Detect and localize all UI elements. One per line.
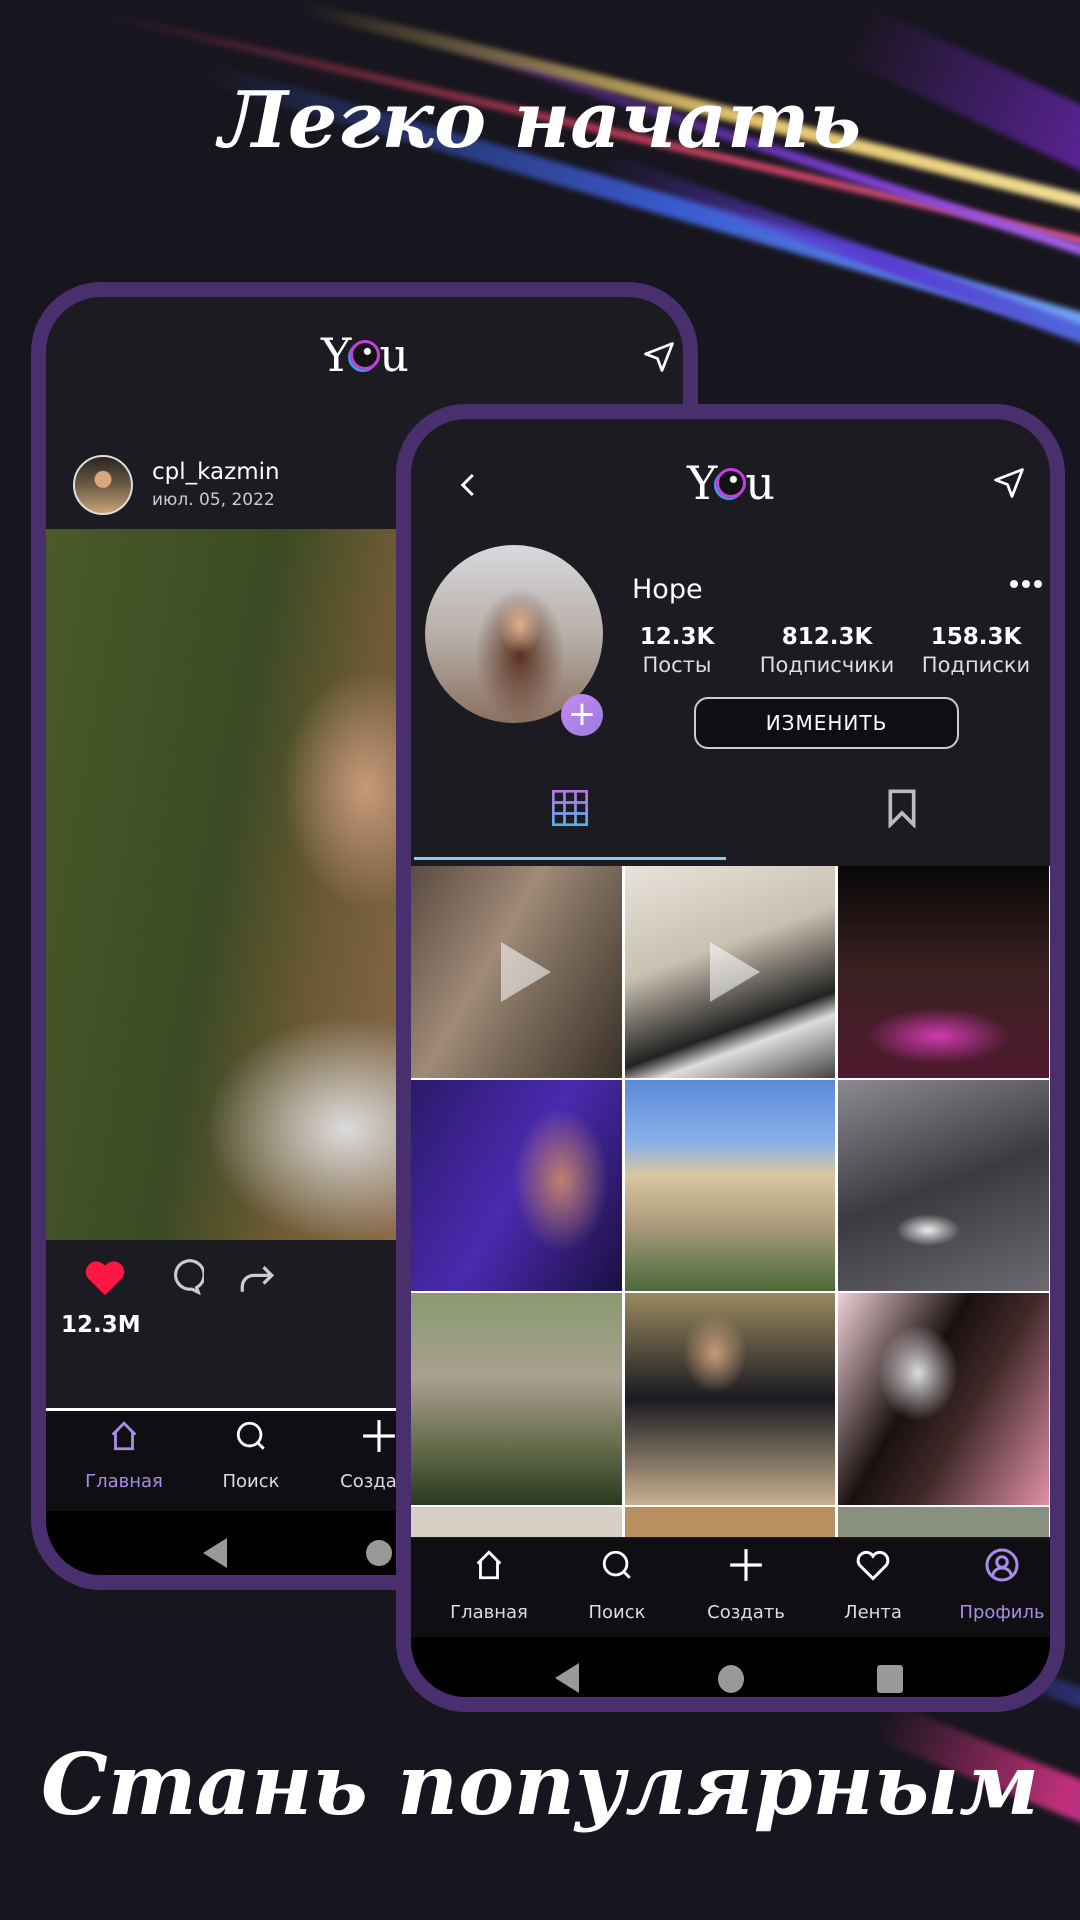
nav-item-create[interactable]: Создать <box>707 1538 785 1628</box>
grid-photo-stones[interactable] <box>411 1293 622 1505</box>
nav-label: Поиск <box>222 1471 280 1492</box>
nav-label: Поиск <box>588 1602 646 1623</box>
tab-saved[interactable] <box>729 774 1050 860</box>
nav-item-search[interactable]: Поиск <box>587 1538 647 1628</box>
add-story-button[interactable]: + <box>561 694 603 736</box>
send-icon[interactable] <box>991 465 1027 501</box>
grid-photo-orchestra[interactable] <box>838 866 1049 1078</box>
like-heart-icon[interactable] <box>84 1259 126 1297</box>
profile-icon <box>985 1548 1019 1582</box>
nav-label: Создать <box>707 1602 785 1623</box>
active-tab-underline <box>414 857 726 860</box>
nav-label: Главная <box>450 1602 528 1623</box>
bottom-nav: Главная Поиск Создать Лента Профиль <box>411 1538 1050 1637</box>
plus-icon <box>730 1549 762 1581</box>
grid-photo-couple-art[interactable] <box>838 1293 1049 1505</box>
grid-photo-row4-2[interactable] <box>625 1507 835 1537</box>
back-system-button[interactable] <box>203 1538 227 1568</box>
stat-followers-value[interactable]: 812.3K <box>782 624 873 650</box>
nav-label: Главная <box>85 1471 163 1492</box>
like-count: 12.3M <box>61 1312 141 1338</box>
home-system-button[interactable] <box>718 1665 744 1693</box>
grid-video-piano[interactable] <box>625 866 835 1078</box>
stat-posts-value: 12.3K <box>639 624 715 650</box>
back-system-button[interactable] <box>555 1663 579 1693</box>
system-nav-bar <box>411 1637 1050 1697</box>
nav-item-home[interactable]: Главная <box>450 1538 528 1628</box>
home-icon <box>111 1421 137 1451</box>
post-username[interactable]: cpl_kazmin <box>152 459 280 485</box>
grid-photo-bird[interactable] <box>625 1293 835 1505</box>
heart-icon <box>856 1550 890 1581</box>
back-chevron-icon[interactable] <box>454 467 484 503</box>
recents-system-button[interactable] <box>877 1665 903 1693</box>
bookmark-icon <box>888 789 916 828</box>
share-icon[interactable] <box>237 1259 277 1295</box>
home-system-button[interactable] <box>366 1540 392 1566</box>
front-phone: Yu + Hope 12.3K Посты 812.3K Подписчики … <box>396 404 1065 1712</box>
grid-photo-monastery[interactable] <box>625 1080 835 1291</box>
grid-photo-clarinet[interactable] <box>411 1080 622 1291</box>
stat-followers-label[interactable]: Подписчики <box>760 653 894 677</box>
headline-bottom: Стань популярным <box>40 1735 1040 1834</box>
post-date: июл. 05, 2022 <box>152 490 275 510</box>
play-icon <box>501 942 551 1002</box>
grid-video-guitar[interactable] <box>411 866 622 1078</box>
send-icon[interactable] <box>641 339 677 375</box>
more-options-icon[interactable] <box>1009 579 1043 589</box>
nav-item-profile[interactable]: Профиль <box>959 1538 1045 1628</box>
stat-following-label[interactable]: Подписки <box>922 653 1030 677</box>
edit-profile-button[interactable]: ИЗМЕНИТЬ <box>694 697 959 749</box>
nav-item-search[interactable]: Поиск <box>221 1411 281 1501</box>
stat-posts-label: Посты <box>642 653 712 677</box>
home-icon <box>476 1550 502 1580</box>
stat-following-value[interactable]: 158.3K <box>931 624 1022 650</box>
app-logo: Yu <box>686 456 776 510</box>
grid-photo-swan[interactable] <box>838 1080 1049 1291</box>
photo-grid <box>411 866 1050 1537</box>
nav-item-home[interactable]: Главная <box>85 1411 163 1501</box>
play-icon <box>710 942 760 1002</box>
grid-photo-row4-1[interactable] <box>411 1507 622 1537</box>
headline-top: Легко начать <box>218 75 862 166</box>
search-icon <box>236 1421 265 1450</box>
profile-name: Hope <box>632 574 703 605</box>
tab-grid[interactable] <box>414 774 726 860</box>
nav-label: Лента <box>844 1602 902 1623</box>
grid-photo-row4-3[interactable] <box>838 1507 1049 1537</box>
nav-item-feed[interactable]: Лента <box>843 1538 903 1628</box>
plus-icon <box>363 1420 395 1452</box>
comment-icon[interactable] <box>164 1259 204 1297</box>
grid-icon <box>552 790 588 826</box>
search-icon <box>602 1550 631 1579</box>
post-author-avatar[interactable] <box>73 455 133 515</box>
app-logo: Yu <box>320 328 410 382</box>
nav-label: Профиль <box>959 1602 1045 1623</box>
